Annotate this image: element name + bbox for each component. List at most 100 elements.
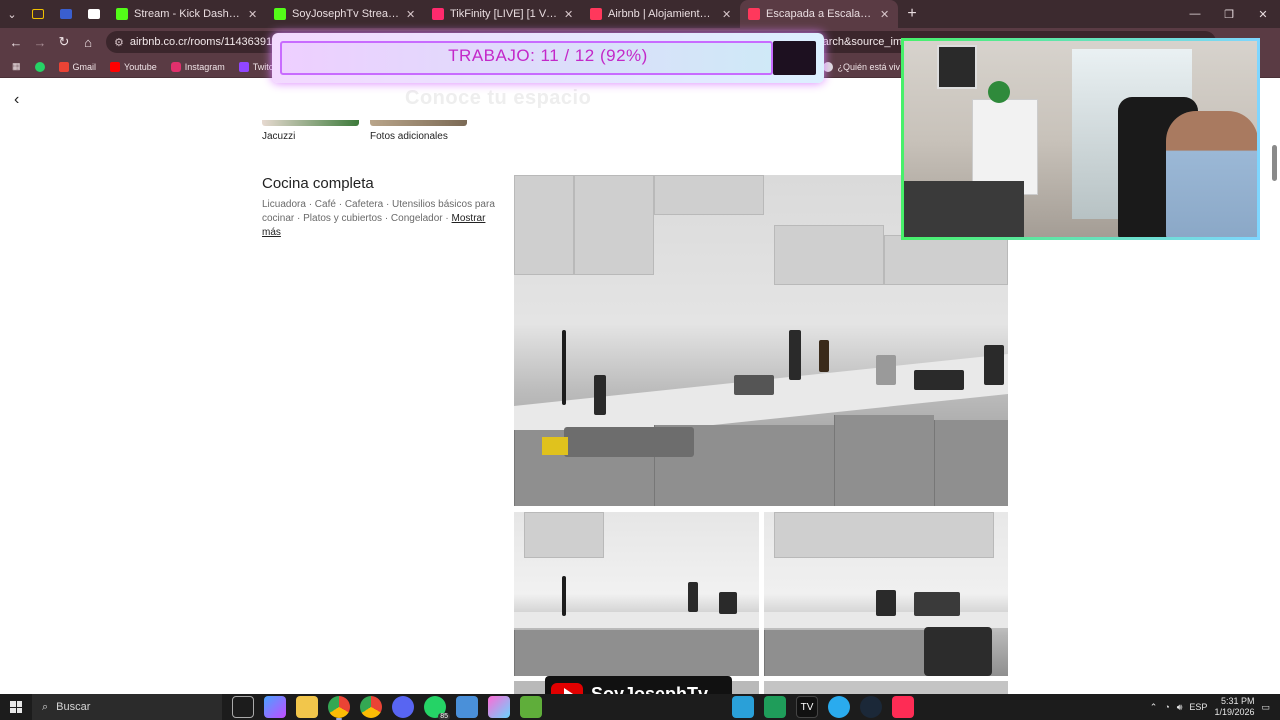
coffee-maker <box>984 345 1004 385</box>
app-icon-blue[interactable] <box>732 696 754 718</box>
twitch-icon <box>238 61 249 72</box>
upper-cabinet <box>574 175 654 275</box>
upper-cabinet <box>524 512 604 558</box>
close-icon[interactable]: ✕ <box>722 8 732 21</box>
bottle <box>819 340 829 372</box>
thumb-label-extra: Fotos adicionales <box>370 131 448 142</box>
whatsapp-icon[interactable]: 85 <box>424 696 450 720</box>
tab-tikfinity[interactable]: TikFinity [LIVE] [1 Viewers] ✕ <box>424 0 582 28</box>
notepad-icon[interactable] <box>456 696 478 718</box>
whatsapp-bookmark[interactable] <box>29 56 51 78</box>
pinned-tab-3[interactable] <box>80 0 108 28</box>
windows-icon <box>10 701 22 713</box>
telegram-icon[interactable] <box>828 696 850 718</box>
airbnb-icon <box>590 8 602 20</box>
sink <box>564 427 694 457</box>
system-tray: ⌃ ◔ 🔊︎ ESP 5:31 PM 1/19/2026 ▭ <box>1150 694 1280 720</box>
volume-icon[interactable]: 🔊︎ <box>1177 702 1183 713</box>
minimize-button[interactable]: — <box>1178 0 1212 28</box>
search-icon: ⌕ <box>42 700 49 713</box>
start-button[interactable] <box>0 694 32 720</box>
plant <box>988 81 1010 103</box>
clock-time: 5:31 PM <box>1220 696 1255 706</box>
bookmark-instagram[interactable]: Instagram <box>165 56 231 78</box>
task-view-icon[interactable] <box>232 696 254 718</box>
pinned-tab-1[interactable] <box>24 0 52 28</box>
home-button[interactable]: ⌂ <box>76 30 100 54</box>
sponge <box>542 437 568 455</box>
wifi-icon[interactable]: ◔ <box>1164 702 1169 712</box>
instagram-icon <box>170 61 181 72</box>
copilot-icon[interactable] <box>264 696 286 718</box>
microwave <box>914 592 960 616</box>
close-icon[interactable]: ✕ <box>248 8 258 21</box>
close-icon[interactable]: ✕ <box>564 8 574 21</box>
steam-icon[interactable] <box>860 696 882 718</box>
pinned-tab-2[interactable] <box>52 0 80 28</box>
tab-kick-dashboard[interactable]: Stream - Kick Dashboard ✕ <box>108 0 266 28</box>
kitchen-photo-3[interactable] <box>764 512 1008 676</box>
close-icon[interactable]: ✕ <box>406 8 416 21</box>
obs-icon[interactable] <box>488 696 510 718</box>
back-arrow-icon[interactable]: ‹ <box>14 91 19 109</box>
desk <box>904 181 1024 237</box>
chevron-up-icon[interactable]: ⌃ <box>1150 702 1158 713</box>
tab-airbnb[interactable]: Airbnb | Alojamientos vacacion ✕ <box>582 0 740 28</box>
page-scrollbar[interactable] <box>1272 145 1277 181</box>
tradingview-icon[interactable]: TV <box>796 696 818 718</box>
upper-cabinet <box>774 512 994 558</box>
minecraft-icon[interactable] <box>520 696 542 718</box>
lower-cabinet <box>764 630 924 676</box>
file-explorer-icon[interactable] <box>296 696 318 718</box>
lang-indicator[interactable]: ESP <box>1189 702 1207 712</box>
extra-photos-thumbnail[interactable] <box>370 120 467 126</box>
upper-cabinet <box>774 225 884 285</box>
jacuzzi-thumbnail[interactable] <box>262 120 359 126</box>
knife-block <box>688 582 698 612</box>
kick-icon <box>116 8 128 20</box>
tiktok-icon[interactable] <box>892 696 914 718</box>
bookmark-icon <box>823 62 834 72</box>
lower-cabinet <box>934 420 1008 506</box>
bookmark-quien-esta-vivo[interactable]: ¿Quién está viv <box>823 56 900 78</box>
reload-button[interactable]: ↻ <box>52 30 76 54</box>
app-icon-green[interactable] <box>764 696 786 718</box>
restore-button[interactable]: ❐ <box>1212 0 1246 28</box>
kitchen-photo-2[interactable] <box>514 512 759 676</box>
taskbar-apps: 85 TV <box>232 696 914 720</box>
progress-label: TRABAJO: 11 / 12 (92%) <box>448 46 648 65</box>
upper-cabinet <box>654 175 764 215</box>
windows-taskbar: ⌕ Buscar 85 TV ⌃ ◔ 🔊︎ ESP 5:31 PM 1/19/2… <box>0 694 1280 720</box>
taskbar-search[interactable]: ⌕ Buscar <box>32 694 222 720</box>
window-controls: — ❐ ✕ <box>1178 0 1280 28</box>
whatsapp-icon <box>34 61 45 72</box>
streamer <box>1166 111 1257 237</box>
chrome-icon[interactable] <box>328 696 350 720</box>
faucet <box>562 576 566 616</box>
apps-icon[interactable]: ▦ <box>6 56 27 78</box>
url-text-tail: arch&source_impr <box>822 36 912 48</box>
tray <box>914 370 964 390</box>
section-title: Cocina completa <box>262 175 374 192</box>
bookmark-gmail[interactable]: Gmail <box>53 56 103 78</box>
bookmark-youtube[interactable]: Youtube <box>104 56 163 78</box>
forward-button[interactable]: → <box>28 30 52 54</box>
soap-bottle <box>594 375 606 415</box>
site-info-icon[interactable]: ⚙ <box>114 36 124 49</box>
notification-icon[interactable]: ▭ <box>1261 702 1270 713</box>
new-tab-button[interactable]: + <box>898 0 926 28</box>
chrome-profile-icon[interactable] <box>360 696 382 718</box>
tab-strip: ⌄ Stream - Kick Dashboard ✕ SoyJosephTv … <box>0 0 1280 28</box>
tab-kick-stream[interactable]: SoyJosephTv Stream - Watch Li ✕ <box>266 0 424 28</box>
back-button[interactable]: ← <box>4 30 28 54</box>
lower-cabinet <box>514 630 759 676</box>
kitchen-photo-5[interactable] <box>764 681 1008 694</box>
webcam-overlay <box>901 38 1260 240</box>
close-window-button[interactable]: ✕ <box>1246 0 1280 28</box>
tab-search-button[interactable]: ⌄ <box>0 0 24 28</box>
tab-escapada-active[interactable]: Escapada a Escalante | Estudio ✕ <box>740 0 898 28</box>
close-icon[interactable]: ✕ <box>880 8 890 21</box>
discord-icon[interactable] <box>392 696 414 718</box>
clock[interactable]: 5:31 PM 1/19/2026 <box>1214 696 1254 718</box>
tikfinity-icon <box>432 8 444 20</box>
